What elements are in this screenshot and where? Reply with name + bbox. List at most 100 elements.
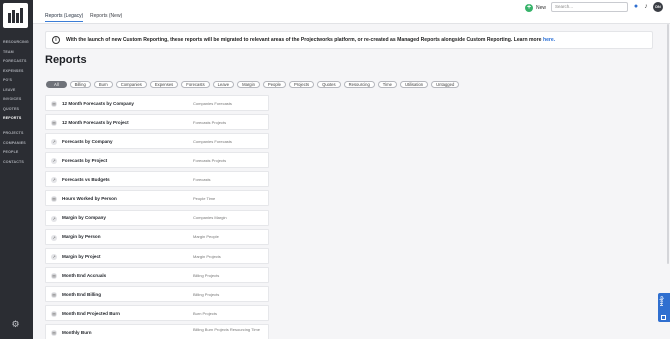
report-name: Margin by Person (62, 234, 101, 240)
report-row[interactable]: ▤ Month End Accruals Billing Projects (45, 266, 269, 283)
filter-chip-people[interactable]: People (262, 81, 286, 88)
filter-chip-forecasts[interactable]: Forecasts (181, 81, 210, 88)
report-name: 12 Month Forecasts by Company (62, 100, 134, 106)
bell-icon[interactable]: ♪ (642, 3, 650, 11)
report-row[interactable]: ↗ Forecasts by Project Forecasts Projects (45, 152, 269, 169)
report-tags: Forecasts Projects (193, 119, 227, 125)
page-title: Reports (45, 54, 87, 66)
chart-icon: ↗ (51, 139, 57, 146)
filter-chip-time[interactable]: Time (377, 81, 397, 88)
new-button[interactable]: + New (525, 3, 546, 12)
sidebar-item-quotes[interactable]: QUOTES (0, 105, 33, 115)
sidebar-item-people[interactable]: PEOPLE (0, 148, 33, 158)
chart-icon: ↗ (51, 177, 57, 184)
report-name: Monthly Burn (62, 329, 92, 335)
report-tags: People Time (193, 196, 216, 202)
tab-reports-legacy[interactable]: Reports (Legacy) (45, 13, 84, 22)
report-tags: Forecasts Projects (193, 158, 227, 164)
report-tags: Margin People (193, 234, 219, 240)
table-icon: ▤ (51, 196, 57, 203)
report-name: Margin by Company (62, 215, 106, 221)
learn-more-link[interactable]: here. (543, 37, 555, 43)
report-row[interactable]: ↗ Forecasts vs Budgets Forecasts (45, 171, 269, 188)
filter-chip-companies[interactable]: Companies (115, 81, 147, 88)
report-row[interactable]: ▤ Month End Projected Burn Burn Projects (45, 305, 269, 322)
gear-icon[interactable]: ⚙ (10, 319, 21, 330)
table-icon: ▤ (51, 311, 57, 318)
report-name: Forecasts vs Budgets (62, 177, 110, 183)
filter-chip-leave[interactable]: Leave (212, 81, 235, 88)
tag-filters: All Billing Burn Companies Expenses Fore… (46, 81, 460, 88)
report-row[interactable]: ▤ Hours Worked by Person People Time (45, 190, 269, 207)
report-tags: Companies Margin (193, 215, 227, 221)
sidebar-item-forecasts[interactable]: FORECASTS (0, 57, 33, 67)
filter-chip-untagged[interactable]: Untagged (431, 81, 460, 88)
sidebar-item-invoices[interactable]: INVOICES (0, 95, 33, 105)
filter-chip-projects[interactable]: Projects (288, 81, 315, 88)
report-row[interactable]: ▤ 12 Month Forecasts by Company Companies … (45, 95, 269, 111)
report-name: Month End Projected Burn (62, 310, 120, 316)
sidebar-item-reports[interactable]: REPORTS (0, 114, 33, 124)
sidebar-nav-primary: RESOURCING TEAM FORECASTS EXPENSES PO'S … (0, 38, 33, 124)
filter-chip-all[interactable]: All (46, 81, 67, 88)
new-button-label: New (536, 4, 547, 11)
sidebar-item-projects[interactable]: PROJECTS (0, 129, 33, 139)
report-name: Month End Accruals (62, 272, 107, 278)
report-row[interactable]: ▤ Monthly Burn Billing Burn Projects Resou… (45, 324, 269, 339)
banner-text: With the launch of new Custom Reporting,… (66, 37, 542, 43)
report-list: ▤ 12 Month Forecasts by Company Companies … (45, 95, 269, 339)
chat-icon (661, 315, 666, 320)
sidebar-item-expenses[interactable]: EXPENSES (0, 67, 33, 77)
projectworks-logo[interactable] (3, 3, 28, 28)
report-row[interactable]: ↗ Margin by Company Companies Margin (45, 209, 269, 226)
filter-chip-expenses[interactable]: Expenses (149, 81, 179, 88)
report-row[interactable]: ▤ Month End Billing Billing Projects (45, 285, 269, 302)
sidebar-item-leave[interactable]: LEAVE (0, 86, 33, 96)
report-row[interactable]: ↗ Margin by Project Margin Projects (45, 247, 269, 264)
report-tags: Billing Projects (193, 272, 220, 278)
filter-chip-burn[interactable]: Burn (93, 81, 113, 88)
logo-icon (8, 8, 23, 23)
chart-icon: ↗ (51, 215, 57, 222)
table-icon: ▤ (51, 272, 57, 279)
report-name: Margin by Project (62, 253, 101, 259)
report-tags: Margin Projects (193, 253, 221, 259)
chart-icon: ↗ (51, 253, 57, 260)
report-tags: Billing Burn Projects Resourcing Time (193, 326, 260, 332)
table-icon: ▤ (51, 101, 57, 107)
sidebar-item-companies[interactable]: COMPANIES (0, 139, 33, 149)
info-icon: i (52, 36, 60, 44)
report-tags: Forecasts (193, 177, 211, 183)
table-icon: ▤ (51, 330, 57, 337)
filter-chip-quotes[interactable]: Quotes (317, 81, 341, 88)
help-widget[interactable]: Help (658, 293, 670, 322)
filter-chip-utilisation[interactable]: Utilisation (399, 81, 429, 88)
page-scrollbar[interactable] (667, 24, 669, 264)
notifications-icon[interactable]: ● (632, 3, 640, 11)
filter-chip-resourcing[interactable]: Resourcing (343, 81, 375, 88)
sidebar-nav-secondary: PROJECTS COMPANIES PEOPLE CONTACTS (0, 129, 33, 167)
tab-reports-new[interactable]: Reports (New) (90, 13, 122, 22)
filter-chip-margin[interactable]: Margin (237, 81, 260, 88)
table-icon: ▤ (51, 291, 57, 298)
report-name: Month End Billing (62, 291, 102, 297)
help-label: Help (659, 296, 664, 306)
search-input[interactable]: Search... (551, 2, 628, 12)
report-row[interactable]: ▤ 12 Month Forecasts by Project Forecasts … (45, 114, 269, 131)
sidebar-item-team[interactable]: TEAM (0, 48, 33, 58)
report-tags: Companies Forecasts (193, 138, 232, 144)
top-bar: Reports (Legacy) Reports (New) + New Sea… (33, 0, 670, 24)
user-avatar[interactable]: DN (653, 2, 663, 12)
sidebar-item-pos[interactable]: PO'S (0, 76, 33, 86)
report-tags: Burn Projects (193, 310, 218, 316)
report-tags: Companies Forecasts (193, 100, 232, 106)
report-name: Forecasts by Company (62, 138, 113, 144)
chart-icon: ↗ (51, 158, 57, 165)
sidebar: RESOURCING TEAM FORECASTS EXPENSES PO'S … (0, 0, 33, 339)
sidebar-item-resourcing[interactable]: RESOURCING (0, 38, 33, 48)
sidebar-item-contacts[interactable]: CONTACTS (0, 158, 33, 168)
report-row[interactable]: ↗ Forecasts by Company Companies Forecasts (45, 133, 269, 150)
chart-icon: ↗ (51, 234, 57, 241)
report-row[interactable]: ↗ Margin by Person Margin People (45, 228, 269, 245)
filter-chip-billing[interactable]: Billing (69, 81, 91, 88)
